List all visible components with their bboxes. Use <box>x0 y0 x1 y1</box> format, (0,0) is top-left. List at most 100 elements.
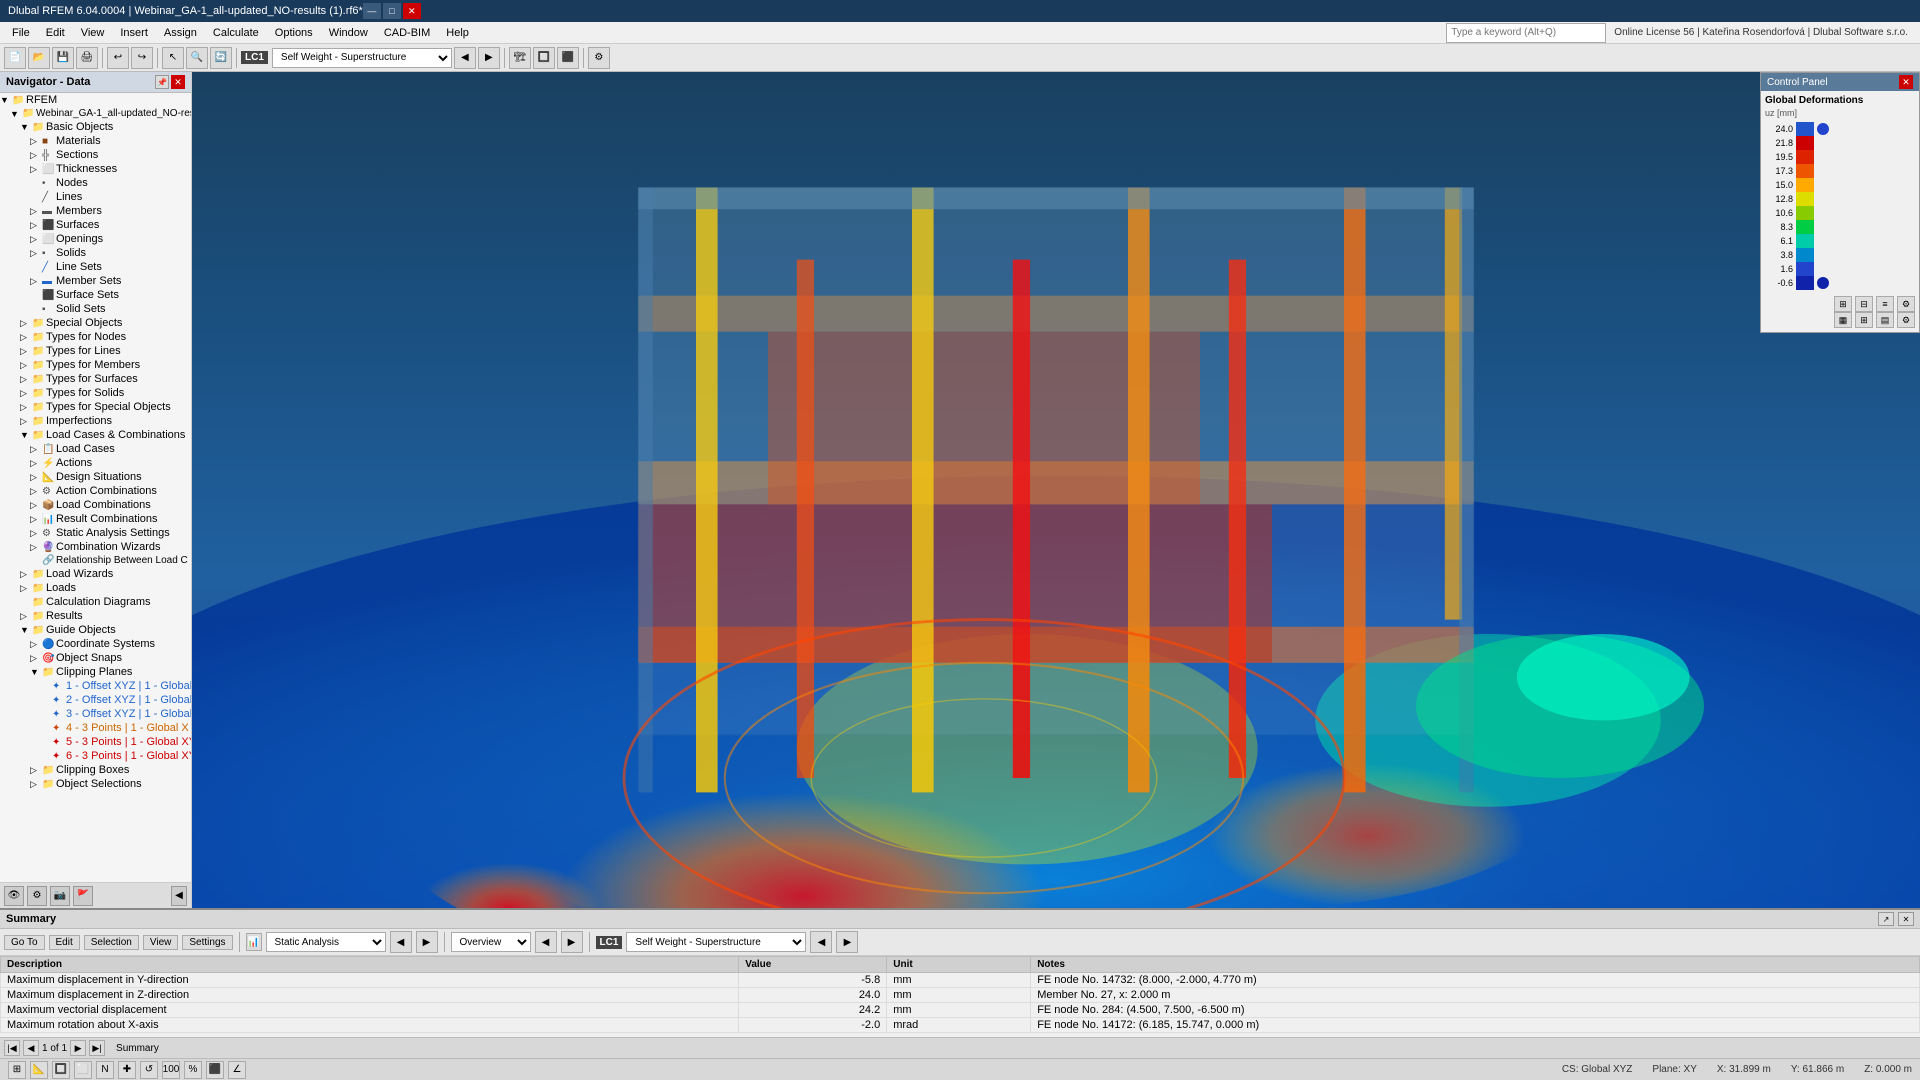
settings-button2[interactable]: Settings <box>182 935 232 950</box>
nav-basic-objects[interactable]: ▼ 📁 Basic Objects <box>0 120 191 134</box>
nav-design-situations[interactable]: ▷ 📐 Design Situations <box>0 470 191 484</box>
next-page-btn[interactable]: ▶ <box>70 1040 86 1056</box>
rotate-button[interactable]: 🔄 <box>210 47 232 69</box>
nav-sections[interactable]: ▷ ╬ Sections <box>0 148 191 162</box>
nav-camera-btn[interactable]: 📷 <box>50 886 70 906</box>
nav-clipping-boxes[interactable]: ▷ 📁 Clipping Boxes <box>0 763 191 777</box>
bt-lc-next[interactable]: ▶ <box>836 931 858 953</box>
table-row[interactable]: Maximum displacement in Y-direction-5.8m… <box>1 973 1920 988</box>
print-button[interactable]: 🖨 <box>76 47 98 69</box>
nav-line-sets[interactable]: ╱ Line Sets <box>0 260 191 274</box>
nav-types-solids[interactable]: ▷ 📁 Types for Solids <box>0 386 191 400</box>
main-viewport[interactable]: Control Panel ✕ Global Deformations uz [… <box>192 72 1920 908</box>
nav-calc-diagrams[interactable]: 📁 Calculation Diagrams <box>0 595 191 609</box>
save-button[interactable]: 💾 <box>52 47 74 69</box>
nav-object-selections[interactable]: ▷ 📁 Object Selections <box>0 777 191 791</box>
sb-zoom-percent[interactable]: % <box>184 1061 202 1079</box>
overview-combo[interactable]: Overview <box>451 932 531 952</box>
table-row[interactable]: Maximum rotation about X-axis-2.0mradFE … <box>1 1018 1920 1033</box>
panel-float-btn[interactable]: ↗ <box>1878 912 1894 926</box>
nav-clip-6[interactable]: ✦ 6 - 3 Points | 1 - Global XYZ <box>0 749 191 763</box>
nav-coord-systems[interactable]: ▷ 🔵 Coordinate Systems <box>0 637 191 651</box>
nav-lines[interactable]: ╱ Lines <box>0 190 191 204</box>
nav-imperfections[interactable]: ▷ 📁 Imperfections <box>0 414 191 428</box>
menu-help[interactable]: Help <box>438 25 477 41</box>
sb-btn7[interactable]: ↺ <box>140 1061 158 1079</box>
sb-btn2[interactable]: 📐 <box>30 1061 48 1079</box>
prev-page-btn[interactable]: ◀ <box>23 1040 39 1056</box>
cp-table-btn[interactable]: ⊟ <box>1855 296 1873 312</box>
nav-results[interactable]: ▷ 📁 Results <box>0 609 191 623</box>
nav-solids[interactable]: ▷ ▪ Solids <box>0 246 191 260</box>
nav-collapse-btn[interactable]: ◀ <box>171 886 187 906</box>
shaded-button[interactable]: ⬛ <box>557 47 579 69</box>
sb-zoom-100[interactable]: 100 <box>162 1061 180 1079</box>
nav-static-analysis[interactable]: ▷ ⚙ Static Analysis Settings <box>0 526 191 540</box>
nav-nodes[interactable]: • Nodes <box>0 176 191 190</box>
nav-result-combinations[interactable]: ▷ 📊 Result Combinations <box>0 512 191 526</box>
nav-clip-1[interactable]: ✦ 1 - Offset XYZ | 1 - Global X <box>0 679 191 693</box>
nav-types-lines[interactable]: ▷ 📁 Types for Lines <box>0 344 191 358</box>
minimize-button[interactable]: — <box>363 3 381 19</box>
bt-lc-prev[interactable]: ◀ <box>810 931 832 953</box>
cp-view1-btn[interactable]: ▦ <box>1834 312 1852 328</box>
sb-btn4[interactable]: ⬜ <box>74 1061 92 1079</box>
nav-types-members[interactable]: ▷ 📁 Types for Members <box>0 358 191 372</box>
view-button[interactable]: View <box>143 935 179 950</box>
table-row[interactable]: Maximum vectorial displacement24.2mmFE n… <box>1 1003 1920 1018</box>
sb-btn6[interactable]: ✚ <box>118 1061 136 1079</box>
nav-guide-objects[interactable]: ▼ 📁 Guide Objects <box>0 623 191 637</box>
cp-view4-btn[interactable]: ⚙ <box>1897 312 1915 328</box>
nav-types-nodes[interactable]: ▷ 📁 Types for Nodes <box>0 330 191 344</box>
menu-file[interactable]: File <box>4 25 38 41</box>
cp-list-btn[interactable]: ≡ <box>1876 296 1894 312</box>
prev-lc-button[interactable]: ◀ <box>454 47 476 69</box>
nav-clip-4[interactable]: ✦ 4 - 3 Points | 1 - Global X <box>0 721 191 735</box>
menu-window[interactable]: Window <box>321 25 376 41</box>
menu-cad-bim[interactable]: CAD-BIM <box>376 25 438 41</box>
cp-view3-btn[interactable]: ▤ <box>1876 312 1894 328</box>
nav-view-btn[interactable]: 👁 <box>4 886 24 906</box>
nav-materials[interactable]: ▷ ■ Materials <box>0 134 191 148</box>
last-page-btn[interactable]: ▶| <box>89 1040 105 1056</box>
nav-load-cases[interactable]: ▷ 📋 Load Cases <box>0 442 191 456</box>
first-page-btn[interactable]: |◀ <box>4 1040 20 1056</box>
table-row[interactable]: Maximum displacement in Z-direction24.0m… <box>1 988 1920 1003</box>
new-button[interactable]: 📄 <box>4 47 26 69</box>
nav-member-sets[interactable]: ▷ ▬ Member Sets <box>0 274 191 288</box>
cp-close-button[interactable]: ✕ <box>1899 75 1913 89</box>
analysis-type-combo[interactable]: Static Analysis <box>266 932 386 952</box>
nav-members[interactable]: ▷ ▬ Members <box>0 204 191 218</box>
cp-view2-btn[interactable]: ⊞ <box>1855 312 1873 328</box>
nav-load-wizards[interactable]: ▷ 📁 Load Wizards <box>0 567 191 581</box>
nav-thicknesses[interactable]: ▷ ⬜ Thicknesses <box>0 162 191 176</box>
nav-openings[interactable]: ▷ ⬜ Openings <box>0 232 191 246</box>
view3d-button[interactable]: 🏗 <box>509 47 531 69</box>
selection-button[interactable]: Selection <box>84 935 139 950</box>
nav-solid-sets[interactable]: ▪ Solid Sets <box>0 302 191 316</box>
menu-insert[interactable]: Insert <box>112 25 156 41</box>
search-input[interactable] <box>1446 23 1606 43</box>
next-lc-button[interactable]: ▶ <box>478 47 500 69</box>
select-button[interactable]: ↖ <box>162 47 184 69</box>
open-button[interactable]: 📂 <box>28 47 50 69</box>
panel-close-btn[interactable]: ✕ <box>1898 912 1914 926</box>
undo-button[interactable]: ↩ <box>107 47 129 69</box>
menu-calculate[interactable]: Calculate <box>205 25 267 41</box>
nav-clipping-planes[interactable]: ▼ 📁 Clipping Planes <box>0 665 191 679</box>
bt-overview-prev[interactable]: ◀ <box>535 931 557 953</box>
nav-surface-sets[interactable]: ⬛ Surface Sets <box>0 288 191 302</box>
sb-ruler[interactable]: ⬛ <box>206 1061 224 1079</box>
nav-loads[interactable]: ▷ 📁 Loads <box>0 581 191 595</box>
nav-close-button[interactable]: ✕ <box>171 75 185 89</box>
load-case-combo[interactable]: Self Weight - Superstructure <box>272 48 452 68</box>
nav-relationship-loads[interactable]: 🔗 Relationship Between Load C <box>0 554 191 567</box>
edit-button[interactable]: Edit <box>49 935 80 950</box>
close-button[interactable]: ✕ <box>403 3 421 19</box>
nav-combination-wizards[interactable]: ▷ 🔮 Combination Wizards <box>0 540 191 554</box>
bt-next-btn[interactable]: ▶ <box>416 931 438 953</box>
bt-overview-next[interactable]: ▶ <box>561 931 583 953</box>
wireframe-button[interactable]: 🔲 <box>533 47 555 69</box>
nav-model[interactable]: ▼ 📁 Webinar_GA-1_all-updated_NO-resu <box>0 107 191 120</box>
bt-lc-combo[interactable]: Self Weight - Superstructure <box>626 932 806 952</box>
